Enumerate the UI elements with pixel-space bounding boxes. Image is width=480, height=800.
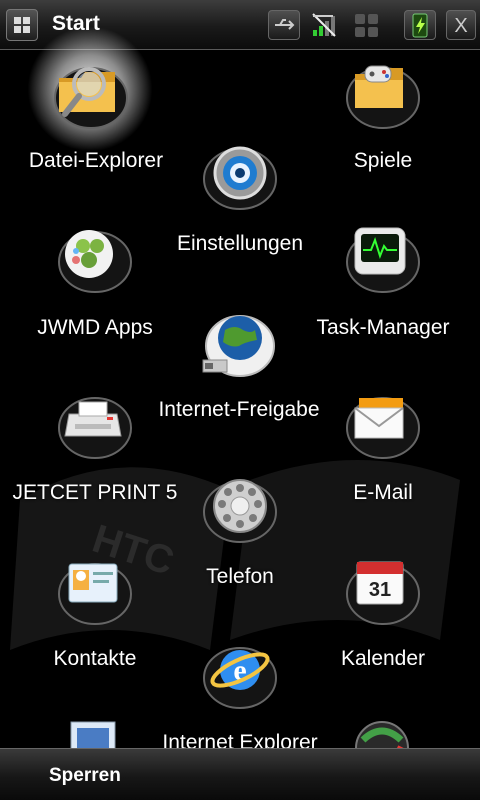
jwmd-apps-icon[interactable] [49, 218, 139, 298]
app-label-einstellungen[interactable]: Einstellungen [177, 232, 303, 256]
app-label-kalender[interactable]: Kalender [341, 647, 425, 671]
app-label-task-manager[interactable]: Task-Manager [316, 316, 449, 340]
softkey-bar: Sperren [0, 748, 480, 800]
calendar-day-number: 31 [369, 579, 391, 601]
settings-gear-icon[interactable] [195, 135, 285, 215]
app-label-datei-explorer[interactable]: Datei-Explorer [29, 149, 163, 173]
task-manager-monitor-icon[interactable] [337, 218, 427, 298]
globe-usb-icon[interactable] [195, 304, 285, 384]
signal-strength-icon[interactable] [309, 10, 341, 40]
app-label-kontakte[interactable]: Kontakte [54, 647, 137, 671]
app-label-jwmd-apps[interactable]: JWMD Apps [37, 316, 153, 340]
app-label-internet-freigabe[interactable]: Internet-Freigabe [158, 398, 319, 422]
printer-icon[interactable] [49, 384, 139, 464]
usb-connection-icon[interactable] [268, 10, 300, 40]
app-label-spiele[interactable]: Spiele [354, 149, 412, 173]
close-icon[interactable]: X [446, 10, 476, 40]
rotary-phone-icon[interactable] [195, 468, 285, 548]
lock-softkey-button[interactable]: Sperren [49, 765, 121, 787]
envelope-icon[interactable] [337, 384, 427, 464]
internet-explorer-icon[interactable]: e [195, 634, 285, 714]
windows-start-icon[interactable] [6, 9, 38, 41]
app-label-e-mail[interactable]: E-Mail [353, 481, 413, 505]
datei-explorer-icon[interactable] [27, 26, 153, 152]
app-label-jetcet-print[interactable]: JETCET PRINT 5 [13, 481, 178, 505]
keyboard-icon[interactable] [352, 10, 384, 40]
app-label-telefon[interactable]: Telefon [206, 565, 274, 589]
contact-card-icon[interactable] [49, 550, 139, 630]
close-label: X [454, 15, 467, 37]
calendar-icon[interactable]: 31 [337, 550, 427, 630]
games-folder-icon[interactable] [337, 52, 427, 132]
battery-charging-icon[interactable] [404, 10, 436, 40]
